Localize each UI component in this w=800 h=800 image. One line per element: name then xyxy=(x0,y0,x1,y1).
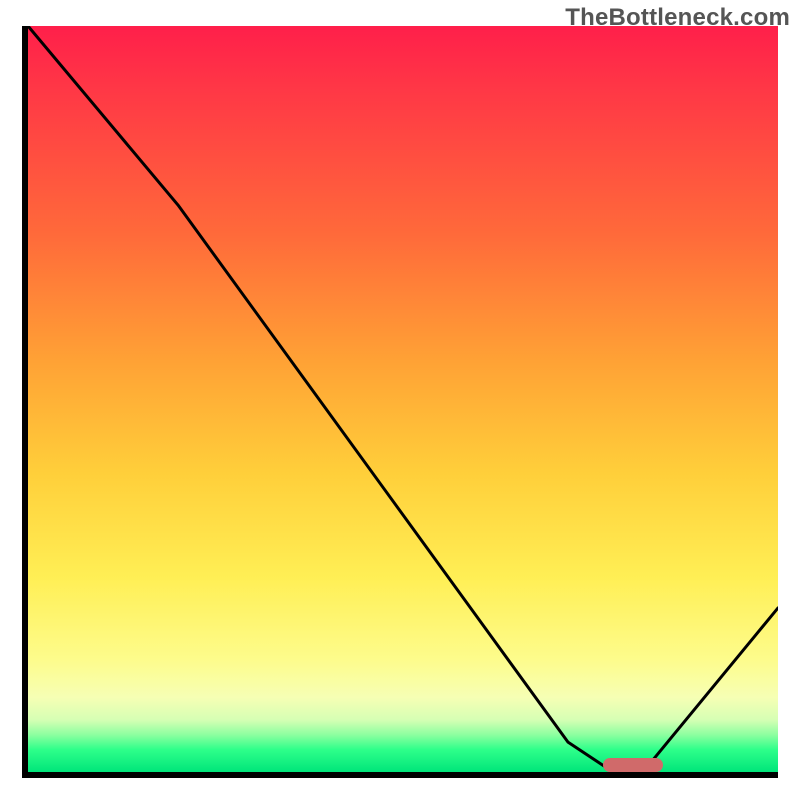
chart-canvas: TheBottleneck.com xyxy=(0,0,800,800)
curve-layer xyxy=(28,26,778,772)
bottleneck-curve xyxy=(28,26,778,772)
plot-area xyxy=(22,26,778,778)
optimal-range-marker xyxy=(603,758,663,772)
